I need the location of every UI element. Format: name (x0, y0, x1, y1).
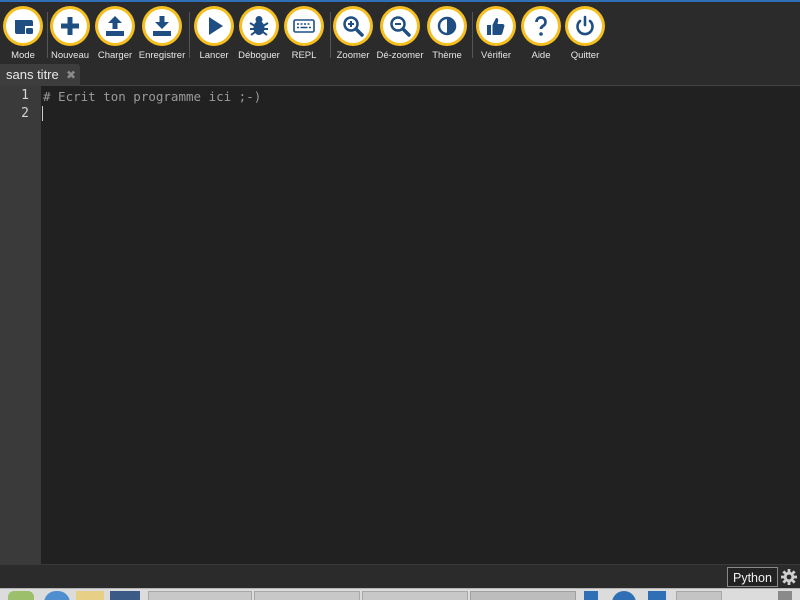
raspberry-menu-icon[interactable] (8, 591, 34, 600)
gear-icon[interactable] (780, 568, 798, 586)
quit-button[interactable]: Quitter (560, 6, 610, 62)
power-icon (576, 15, 594, 36)
mode-indicator[interactable]: Python (727, 567, 778, 587)
mode-icon (15, 20, 33, 34)
mode-button[interactable]: Mode (0, 6, 48, 62)
line-number: 2 (21, 106, 29, 121)
zoom-in-icon (343, 16, 364, 37)
status-bar: Python (0, 564, 800, 588)
help-label: Aide (531, 50, 551, 61)
plus-icon (61, 17, 79, 35)
zoom-out-icon (390, 16, 411, 37)
theme-label: Thème (432, 50, 462, 61)
terminal-icon[interactable] (110, 591, 140, 600)
play-icon (209, 17, 223, 35)
eject-icon[interactable] (778, 591, 792, 600)
run-button[interactable]: Lancer (189, 6, 239, 62)
code-line: # Ecrit ton programme ici ;-) (43, 89, 262, 104)
taskbar-window[interactable] (254, 591, 360, 600)
text-caret (42, 106, 43, 121)
download-icon (153, 16, 171, 36)
save-label: Enregistrer (138, 50, 186, 61)
theme-icon (437, 16, 457, 36)
zoom-in-button[interactable]: Zoomer (328, 6, 378, 62)
repl-button[interactable]: REPL (279, 6, 329, 62)
new-button[interactable]: Nouveau (45, 6, 95, 62)
tab-bar: sans titre ✖ (0, 62, 800, 86)
taskbar (0, 588, 800, 600)
zoom-out-button[interactable]: Dé-zoomer (375, 6, 425, 62)
tab-title: sans titre (6, 67, 59, 82)
bluetooth-icon[interactable] (584, 591, 598, 600)
taskbar-window[interactable] (148, 591, 252, 600)
tab-untitled[interactable]: sans titre ✖ (0, 64, 80, 86)
new-label: Nouveau (50, 50, 90, 61)
taskbar-window[interactable] (470, 591, 576, 600)
repl-label: REPL (291, 50, 317, 61)
help-button[interactable]: Aide (516, 6, 566, 62)
close-icon[interactable]: ✖ (66, 68, 76, 82)
zoom-out-label: Dé-zoomer (376, 50, 424, 61)
line-number: 1 (21, 88, 29, 103)
thumbs-up-icon (487, 18, 505, 35)
line-number-gutter: 1 2 (0, 86, 41, 564)
volume-icon[interactable] (648, 591, 666, 600)
toolbar: Mode Nouveau Charger Enregistrer Lancer … (0, 0, 800, 62)
load-label: Charger (97, 50, 133, 61)
debug-label: Déboguer (238, 50, 280, 61)
cpu-monitor (676, 591, 722, 600)
check-button[interactable]: Vérifier (471, 6, 521, 62)
quit-label: Quitter (570, 50, 600, 61)
folder-icon[interactable] (76, 591, 104, 600)
code-editor[interactable]: # Ecrit ton programme ici ;-) (41, 86, 800, 564)
load-button[interactable]: Charger (90, 6, 140, 62)
theme-button[interactable]: Thème (422, 6, 472, 62)
check-label: Vérifier (480, 50, 512, 61)
zoom-in-label: Zoomer (336, 50, 370, 61)
keyboard-icon (293, 19, 315, 33)
mode-label: Mode (11, 50, 35, 61)
upload-icon (106, 16, 124, 36)
taskbar-window[interactable] (362, 591, 468, 600)
save-button[interactable]: Enregistrer (137, 6, 187, 62)
bug-icon (249, 16, 269, 36)
debug-button[interactable]: Déboguer (234, 6, 284, 62)
help-icon (535, 16, 547, 36)
run-label: Lancer (199, 50, 229, 61)
browser-icon[interactable] (44, 591, 70, 600)
wifi-icon[interactable] (612, 591, 636, 600)
